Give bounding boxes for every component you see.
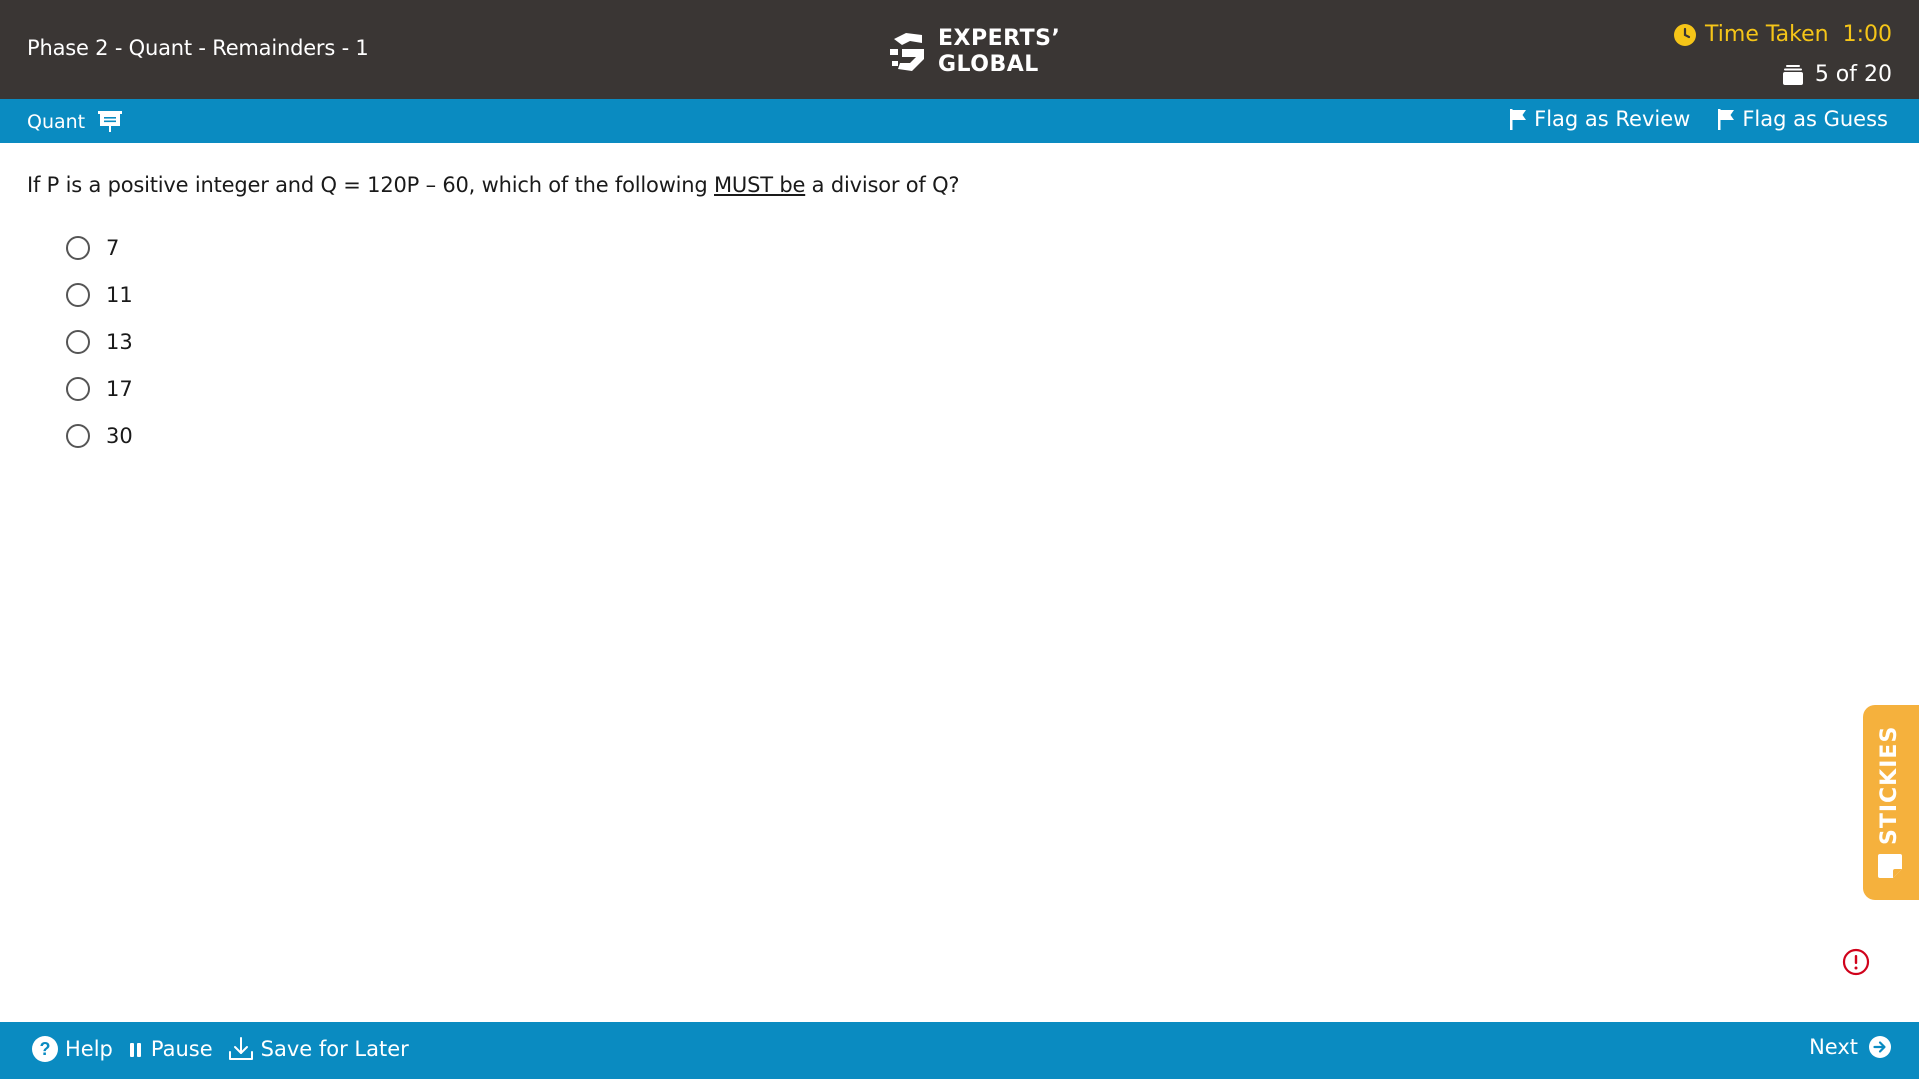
logo-mark-icon	[890, 33, 924, 71]
timer-label: Time Taken	[1705, 22, 1829, 47]
top-header: Phase 2 - Quant - Remainders - 1 EXPERTS…	[0, 0, 1919, 99]
stickies-label: STICKIES	[1877, 725, 1902, 845]
answer-option[interactable]: 7	[66, 224, 133, 271]
flag-as-guess-button[interactable]: Flag as Guess	[1716, 107, 1888, 131]
save-for-later-label: Save for Later	[260, 1037, 409, 1061]
logo-text: EXPERTS’ GLOBAL	[938, 26, 1060, 78]
pause-icon	[129, 1043, 141, 1057]
section-bar: Quant Flag as Review Flag as Guess	[0, 99, 1919, 143]
question-progress-text: 5 of 20	[1814, 62, 1892, 87]
answer-option-label: 30	[106, 423, 133, 448]
question-progress: 5 of 20	[1781, 62, 1892, 87]
question-text-after: a divisor of Q?	[805, 173, 960, 197]
test-title: Phase 2 - Quant - Remainders - 1	[27, 36, 369, 60]
bottom-toolbar: ? Help Pause Save for Later Next	[0, 1022, 1919, 1079]
question-text-emphasis: MUST be	[714, 173, 806, 197]
logo-line-2: GLOBAL	[938, 52, 1039, 77]
question-stem: If P is a positive integer and Q = 120P …	[27, 173, 960, 197]
presentation-board-icon	[98, 111, 123, 132]
section-name: Quant	[27, 111, 86, 133]
answer-option-label: 17	[106, 376, 133, 401]
answer-options: 7 11 13 17 30	[66, 224, 133, 459]
flag-as-review-button[interactable]: Flag as Review	[1508, 107, 1690, 131]
experts-global-logo: EXPERTS’ GLOBAL	[888, 26, 1060, 78]
answer-option-label: 13	[106, 329, 133, 354]
pause-label: Pause	[150, 1037, 213, 1061]
answer-option[interactable]: 13	[66, 318, 133, 365]
question-text-before: If P is a positive integer and Q = 120P …	[27, 173, 715, 197]
flag-icon	[1510, 109, 1527, 130]
svg-text:?: ?	[40, 1039, 51, 1059]
pause-button[interactable]: Pause	[127, 1037, 213, 1061]
logo-line-1: EXPERTS’	[938, 26, 1061, 51]
timer: Time Taken 1:00	[1673, 22, 1892, 47]
flag-as-review-label: Flag as Review	[1534, 107, 1691, 131]
save-for-later-button[interactable]: Save for Later	[227, 1035, 409, 1063]
sticky-note-icon	[1878, 854, 1902, 878]
help-icon: ?	[32, 1036, 58, 1062]
help-button[interactable]: ? Help	[31, 1035, 113, 1063]
stickies-tab[interactable]: STICKIES	[1863, 705, 1919, 900]
answer-option[interactable]: 30	[66, 412, 133, 459]
bottom-left-controls: ? Help Pause Save for Later	[31, 1035, 409, 1063]
download-icon	[228, 1037, 253, 1060]
answer-option[interactable]: 11	[66, 271, 133, 318]
help-label: Help	[65, 1037, 113, 1061]
flag-icon	[1718, 109, 1735, 130]
radio-button[interactable]	[66, 376, 90, 401]
flag-as-guess-label: Flag as Guess	[1742, 107, 1888, 131]
next-label: Next	[1809, 1035, 1858, 1059]
next-button[interactable]: Next	[1809, 1035, 1892, 1059]
radio-button[interactable]	[66, 235, 90, 260]
radio-button[interactable]	[66, 329, 90, 354]
answer-option-label: 7	[106, 235, 120, 260]
radio-button[interactable]	[66, 282, 90, 307]
arrow-right-circle-icon	[1869, 1036, 1891, 1058]
clock-icon	[1674, 23, 1697, 46]
question-stack-icon	[1782, 64, 1803, 85]
alert-circle-icon[interactable]	[1842, 948, 1870, 976]
flag-controls: Flag as Review Flag as Guess	[1508, 107, 1888, 131]
answer-option[interactable]: 17	[66, 365, 133, 412]
timer-value: 1:00	[1842, 22, 1892, 47]
radio-button[interactable]	[66, 423, 90, 448]
section-indicator: Quant	[27, 109, 123, 135]
answer-option-label: 11	[106, 282, 133, 307]
